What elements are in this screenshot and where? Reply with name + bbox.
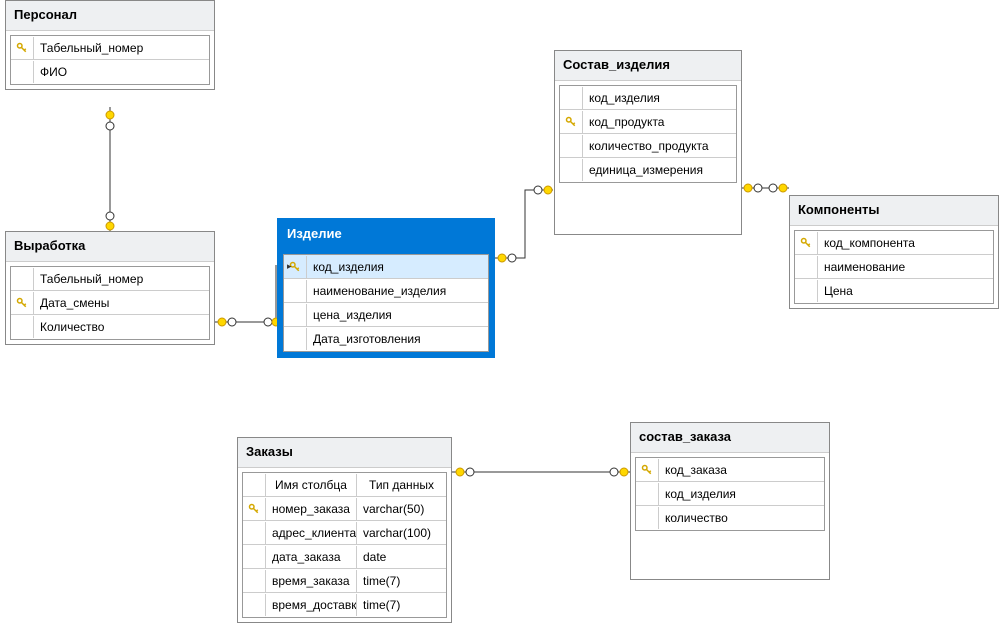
field-row[interactable]: ▸ код_изделия [284,255,488,279]
field-row[interactable]: номер_заказа varchar(50) [243,497,446,521]
entity-title: Состав_изделия [555,51,741,81]
field-row[interactable]: код_изделия [560,86,736,110]
field-row[interactable]: наименование [795,255,993,279]
field-name: код_продукта [582,111,736,133]
field-name: номер_заказа [265,498,356,520]
entity-title: Персонал [6,1,214,31]
key-icon [11,42,33,54]
entity-title: Изделие [279,220,493,250]
field-name: ФИО [33,61,209,83]
field-name: дата_заказа [265,546,356,568]
field-name: код_изделия [658,483,824,505]
entity-body: код_заказа код_изделия количество [635,457,825,531]
entity-body: Табельный_номер Дата_смены Количество [10,266,210,340]
key-icon [11,297,33,309]
field-row[interactable]: количество_продукта [560,134,736,158]
entity-komponenty[interactable]: Компоненты код_компонента наименование Ц… [789,195,999,309]
field-name: код_изделия [582,87,736,109]
field-row[interactable]: единица_измерения [560,158,736,182]
field-row[interactable]: код_компонента [795,231,993,255]
key-icon [636,464,658,476]
field-name: код_изделия [306,256,488,278]
field-row[interactable]: наименование_изделия [284,279,488,303]
field-name: Количество [33,316,209,338]
entity-body: Имя столбца Тип данных номер_заказа varc… [242,472,447,618]
field-row[interactable]: адрес_клиента varchar(100) [243,521,446,545]
field-name: наименование_изделия [306,280,488,302]
field-row[interactable]: время_заказа time(7) [243,569,446,593]
field-type: varchar(50) [356,498,446,520]
field-row[interactable]: Цена [795,279,993,303]
key-icon [560,116,582,128]
field-name: единица_измерения [582,159,736,181]
field-row[interactable]: время_доставки time(7) [243,593,446,617]
key-icon [243,503,265,515]
entity-title: состав_заказа [631,423,829,453]
field-row[interactable]: Табельный_номер [11,267,209,291]
entity-title: Компоненты [790,196,998,226]
field-row[interactable]: код_заказа [636,458,824,482]
column-header: Имя столбца [265,474,356,496]
field-name: наименование [817,256,993,278]
field-type: time(7) [356,570,446,592]
field-name: Табельный_номер [33,37,209,59]
field-type: varchar(100) [356,522,446,544]
field-name: Дата_смены [33,292,209,314]
field-row[interactable]: Количество [11,315,209,339]
entity-vyrabotka[interactable]: Выработка Табельный_номер Дата_смены Кол… [5,231,215,345]
entity-sostav-izdeliya[interactable]: Состав_изделия код_изделия код_продукта … [554,50,742,235]
field-name: адрес_клиента [265,522,356,544]
field-name: код_заказа [658,459,824,481]
field-row[interactable]: Дата_изготовления [284,327,488,351]
field-name: Цена [817,280,993,302]
entity-body: ▸ код_изделия наименование_изделия цена_… [283,254,489,352]
column-header-row: Имя столбца Тип данных [243,473,446,497]
column-header: Тип данных [356,474,446,496]
field-name: количество_продукта [582,135,736,157]
entity-izdelie[interactable]: Изделие ▸ код_изделия наименование_издел… [277,218,495,358]
field-type: time(7) [356,594,446,616]
entity-personal[interactable]: Персонал Табельный_номер ФИО [5,0,215,90]
entity-sostav-zakaza[interactable]: состав_заказа код_заказа код_изделия кол… [630,422,830,580]
field-type: date [356,546,446,568]
entity-body: код_изделия код_продукта количество_прод… [559,85,737,183]
field-row[interactable]: Дата_смены [11,291,209,315]
field-name: время_заказа [265,570,356,592]
field-row[interactable]: Табельный_номер [11,36,209,60]
entity-title: Выработка [6,232,214,262]
field-row[interactable]: цена_изделия [284,303,488,327]
field-row[interactable]: дата_заказа date [243,545,446,569]
entity-body: код_компонента наименование Цена [794,230,994,304]
current-row-indicator: ▸ [287,261,292,272]
field-name: Табельный_номер [33,268,209,290]
field-name: время_доставки [265,594,356,616]
entity-body: Табельный_номер ФИО [10,35,210,85]
entity-title: Заказы [238,438,451,468]
field-name: код_компонента [817,232,993,254]
key-icon [795,237,817,249]
field-row[interactable]: код_изделия [636,482,824,506]
entity-zakazy[interactable]: Заказы Имя столбца Тип данных номер_зака… [237,437,452,623]
field-name: Дата_изготовления [306,328,488,350]
field-row[interactable]: количество [636,506,824,530]
field-row[interactable]: код_продукта [560,110,736,134]
field-name: количество [658,507,824,529]
field-name: цена_изделия [306,304,488,326]
field-row[interactable]: ФИО [11,60,209,84]
